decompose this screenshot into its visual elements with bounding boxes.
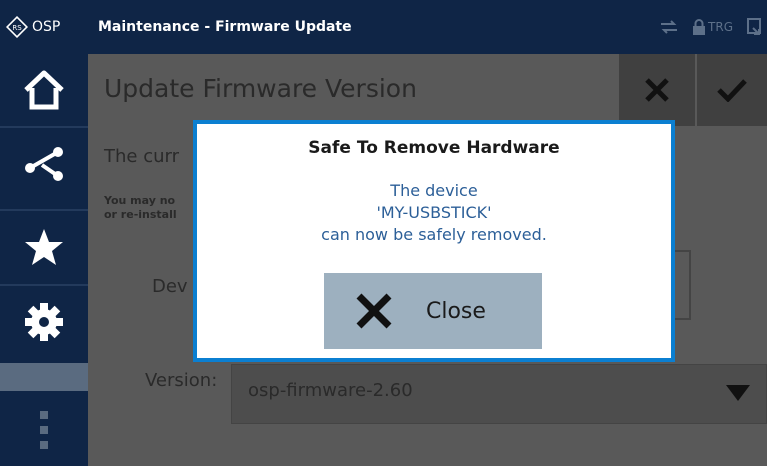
sidebar-home-button[interactable] [0,54,88,126]
status-indicators: TRG [660,0,767,54]
dialog-message-line: 'MY-USBSTICK' [376,203,492,222]
dialog-message: The device 'MY-USBSTICK' can now be safe… [197,180,671,246]
check-icon [717,79,747,102]
rs-logo-icon: RS [6,16,28,38]
connection-icon [660,20,678,34]
sidebar-more-button[interactable] [0,394,88,466]
dialog-message-line: can now be safely removed. [321,225,547,244]
device-label: Dev [152,276,188,297]
screenshot-icon[interactable] [747,18,763,36]
version-select[interactable]: osp-firmware-2.60 [231,364,767,424]
app-title: Maintenance - Firmware Update [98,19,352,35]
confirm-button[interactable] [697,54,767,126]
info-text: You may no or re-install [104,194,177,222]
close-icon [645,78,669,102]
version-label: Version: [145,370,218,391]
sidebar [0,54,88,466]
logo-text: OSP [32,19,61,35]
more-icon [40,411,48,449]
network-icon [25,147,63,181]
home-icon [24,70,64,110]
page-title: Update Firmware Version [104,74,417,103]
sidebar-empty-slot [0,363,88,391]
logo: RS OSP [0,16,88,38]
title-bar: RS OSP Maintenance - Firmware Update TRG [0,0,767,54]
close-button[interactable]: Close [324,273,542,349]
dialog-title: Safe To Remove Hardware [308,138,560,158]
safe-remove-dialog: Safe To Remove Hardware The device 'MY-U… [193,120,675,362]
trigger-lock: TRG [692,19,733,35]
info-line: You may no [104,194,176,207]
cancel-button[interactable] [619,54,695,126]
dialog-message-line: The device [390,181,478,200]
trg-label: TRG [708,20,733,34]
version-value: osp-firmware-2.60 [248,380,413,401]
star-icon [25,229,63,265]
gear-icon [25,303,63,341]
close-button-label: Close [426,298,486,324]
dropdown-arrow-icon [726,385,750,401]
current-version-text: The curr [104,146,179,167]
close-icon [356,293,392,329]
lock-icon [693,19,706,35]
sidebar-network-button[interactable] [0,128,88,200]
info-line: or re-install [104,208,177,221]
sidebar-favorites-button[interactable] [0,211,88,283]
svg-text:RS: RS [12,24,22,32]
sidebar-settings-button[interactable] [0,286,88,358]
